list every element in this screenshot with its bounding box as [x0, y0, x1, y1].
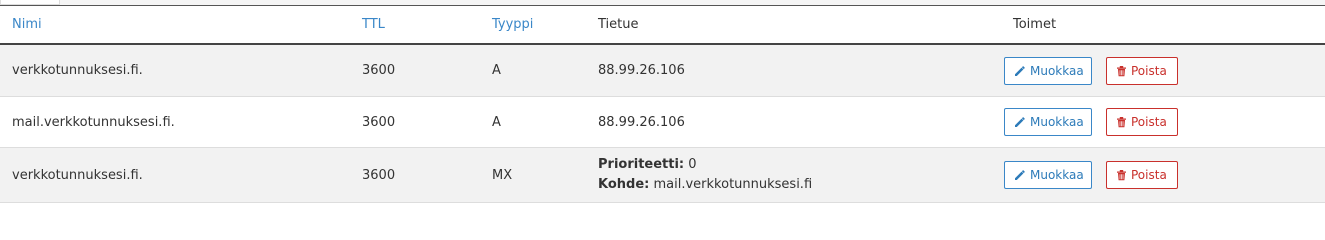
delete-button-label: Poista: [1131, 115, 1167, 129]
table-row: verkkotunnuksesi.fi. 3600 A 88.99.26.106…: [0, 45, 1325, 97]
priority-label: Prioriteetti:: [598, 157, 685, 172]
target-value: mail.verkkotunnuksesi.fi: [653, 177, 813, 192]
column-header-record: Tietue: [598, 17, 639, 32]
delete-button[interactable]: Poista: [1106, 56, 1178, 85]
record-ttl: 3600: [362, 167, 396, 183]
mx-priority-line: Prioriteetti: 0: [598, 155, 697, 175]
column-header-type[interactable]: Tyyppi: [492, 6, 533, 43]
record-value: 88.99.26.106: [598, 63, 685, 78]
mx-target-line: Kohde: mail.verkkotunnuksesi.fi: [598, 175, 812, 195]
table-row: verkkotunnuksesi.fi. 3600 MX Prioriteett…: [0, 148, 1325, 203]
target-label: Kohde:: [598, 177, 650, 192]
dns-records-table: Nimi TTL Tyyppi Tietue Toimet verkkotunn…: [0, 5, 1325, 203]
record-ttl: 3600: [362, 63, 396, 78]
delete-button[interactable]: Poista: [1106, 108, 1178, 136]
trash-icon: [1116, 65, 1127, 77]
column-header-name[interactable]: Nimi: [12, 6, 42, 43]
delete-button-label: Poista: [1131, 63, 1167, 78]
edit-button-label: Muokkaa: [1030, 115, 1084, 129]
edit-button-label: Muokkaa: [1030, 168, 1084, 182]
table-row: mail.verkkotunnuksesi.fi. 3600 A 88.99.2…: [0, 97, 1325, 148]
record-type: A: [492, 63, 501, 78]
delete-button-label: Poista: [1131, 168, 1167, 182]
record-name: verkkotunnuksesi.fi.: [12, 63, 143, 78]
record-value: 88.99.26.106: [598, 114, 685, 130]
edit-button[interactable]: Muokkaa: [1004, 108, 1092, 136]
table-header: Nimi TTL Tyyppi Tietue Toimet: [0, 5, 1325, 45]
column-header-actions: Toimet: [1013, 17, 1057, 32]
column-header-ttl[interactable]: TTL: [362, 6, 385, 43]
record-name: verkkotunnuksesi.fi.: [12, 167, 143, 183]
record-value: Prioriteetti: 0 Kohde: mail.verkkotunnuk…: [598, 148, 812, 202]
edit-button-label: Muokkaa: [1030, 63, 1084, 78]
edit-button[interactable]: Muokkaa: [1004, 56, 1092, 85]
pencil-icon: [1014, 116, 1026, 128]
trash-icon: [1116, 169, 1127, 181]
delete-button[interactable]: Poista: [1106, 161, 1178, 189]
record-type: A: [492, 114, 501, 130]
record-ttl: 3600: [362, 114, 396, 130]
record-name: mail.verkkotunnuksesi.fi.: [12, 114, 175, 130]
pencil-icon: [1014, 65, 1026, 77]
trash-icon: [1116, 116, 1127, 128]
edit-button[interactable]: Muokkaa: [1004, 161, 1092, 189]
record-type: MX: [492, 167, 513, 183]
priority-value: 0: [688, 157, 697, 172]
pencil-icon: [1014, 169, 1026, 181]
